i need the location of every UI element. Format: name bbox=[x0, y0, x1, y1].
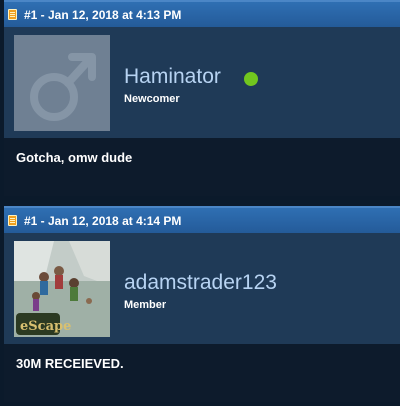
post-document-icon bbox=[8, 215, 17, 226]
post-header: #1 - Jan 12, 2018 at 4:13 PM bbox=[4, 0, 400, 27]
post-header: #1 - Jan 12, 2018 at 4:14 PM bbox=[4, 206, 400, 233]
avatar-watermark: eScape bbox=[20, 319, 71, 334]
post-permalink[interactable]: #1 - Jan 12, 2018 at 4:14 PM bbox=[24, 214, 181, 228]
user-title: Member bbox=[124, 299, 167, 311]
online-status-icon bbox=[244, 72, 258, 86]
post-document-icon bbox=[8, 9, 17, 20]
avatar[interactable]: eScape bbox=[14, 241, 110, 337]
post-message: 30M RECEIEVED. bbox=[4, 344, 400, 402]
post-permalink[interactable]: #1 - Jan 12, 2018 at 4:13 PM bbox=[24, 8, 181, 22]
user-title: Newcomer bbox=[124, 93, 180, 105]
male-symbol-icon bbox=[14, 35, 110, 131]
user-profile: Haminator Newcomer bbox=[4, 27, 400, 138]
game-screenshot-image: eScape bbox=[14, 241, 110, 337]
avatar[interactable] bbox=[14, 35, 110, 131]
username[interactable]: Haminator bbox=[124, 65, 221, 89]
user-profile: eScape adamstrader123 Member bbox=[4, 233, 400, 344]
post-message: Gotcha, omw dude bbox=[4, 138, 400, 196]
username[interactable]: adamstrader123 bbox=[124, 271, 277, 295]
